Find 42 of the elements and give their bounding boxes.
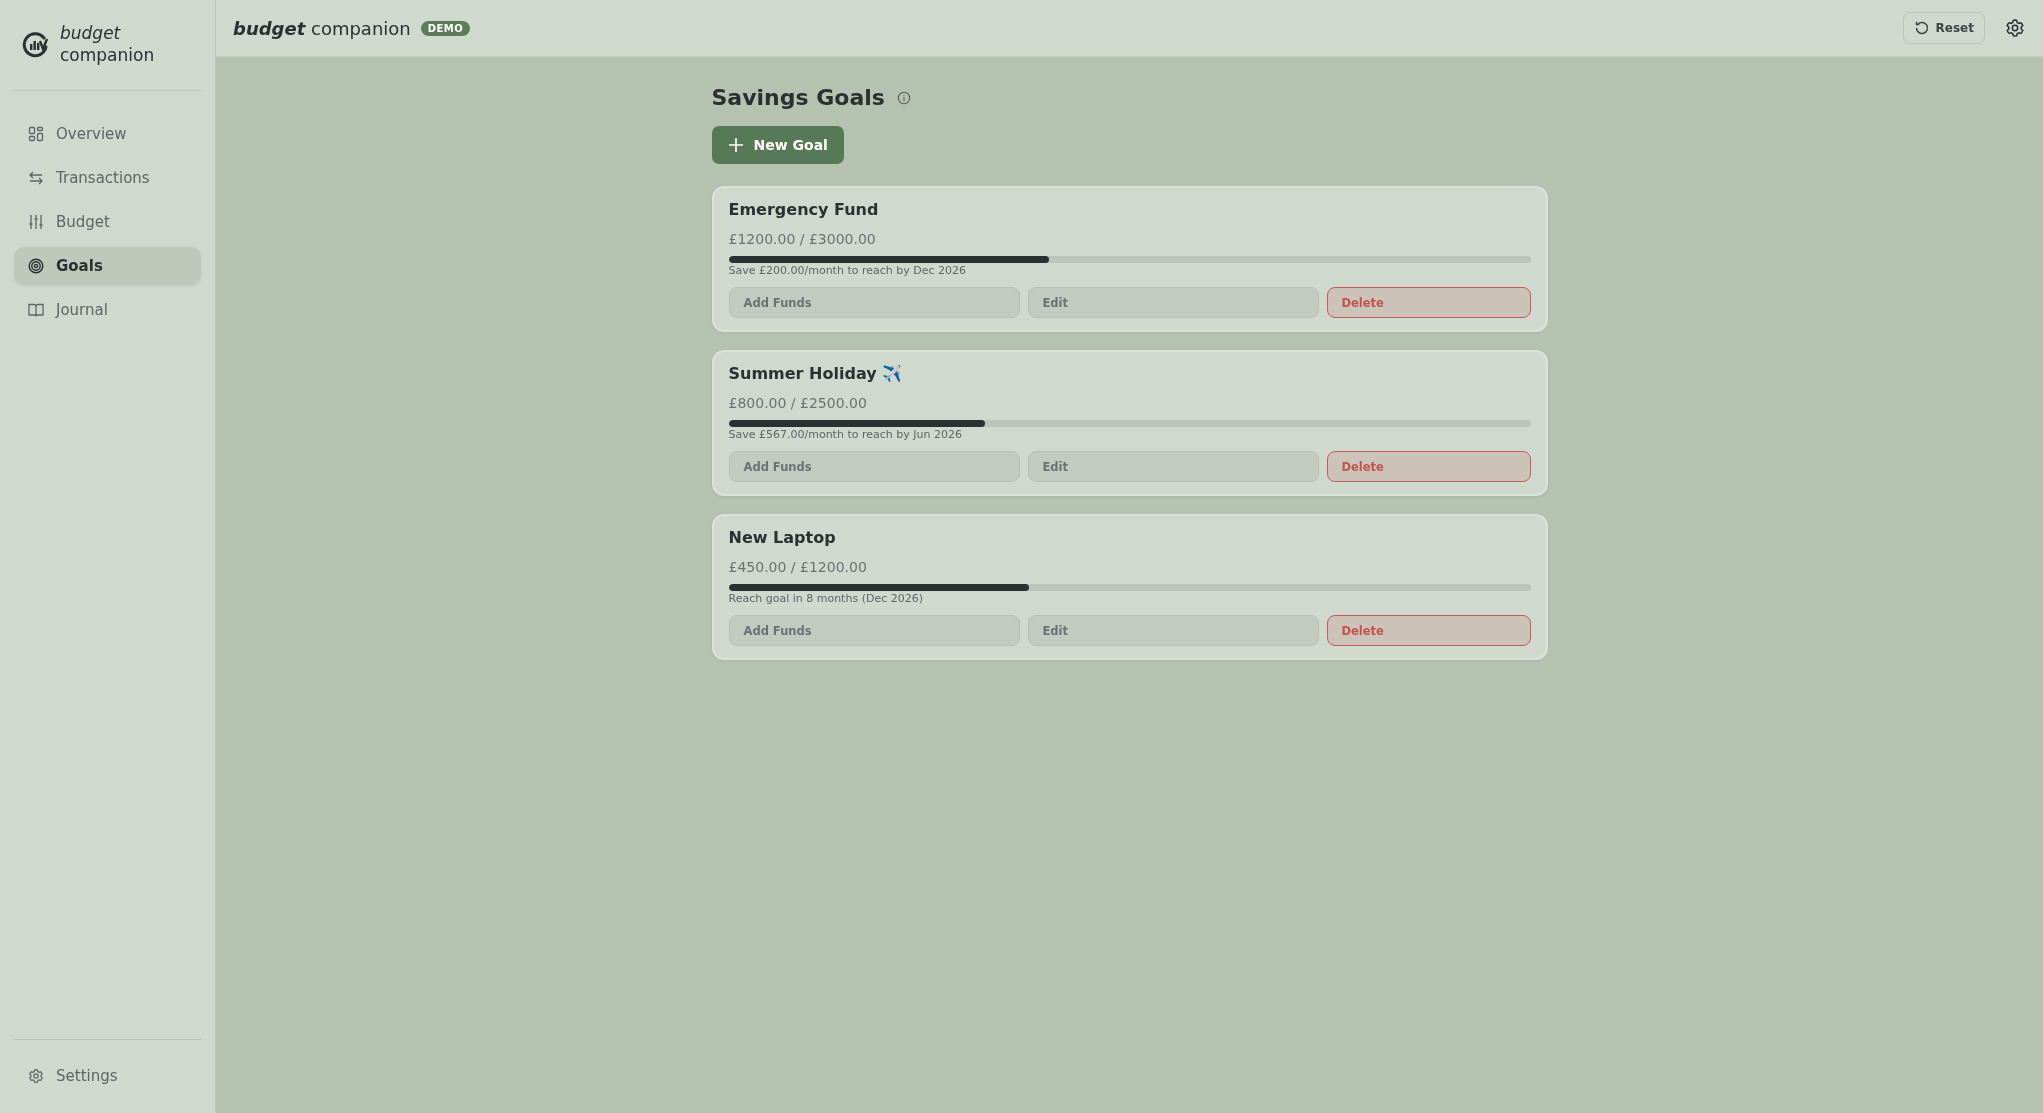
logo-text: companion [60, 44, 155, 66]
settings-icon [28, 1068, 44, 1084]
goal-name: Summer Holiday ✈ [728, 364, 903, 383]
demo-badge: DEMO [420, 20, 471, 36]
settings-icon[interactable] [2005, 18, 2025, 38]
goal-note: Reach goal in 8 months (Dec 2026) [728, 592, 924, 605]
add-funds-button[interactable]: Add Funds [728, 451, 1020, 482]
goal-amount: £450.00 / £1200.00 [728, 559, 868, 575]
goal-name: New Laptop [728, 528, 836, 547]
reset-icon [1913, 20, 1930, 36]
info-icon[interactable] [896, 90, 911, 105]
swap-arrows-icon [28, 170, 44, 186]
logo-text: budget [60, 22, 122, 44]
edit-button[interactable]: Edit [1027, 615, 1319, 646]
grid-icon [28, 126, 44, 142]
goal-name: Emergency Fund [728, 200, 879, 219]
add-funds-button[interactable]: Add Funds [728, 615, 1020, 646]
book-icon [28, 302, 44, 318]
plus-icon [727, 137, 744, 153]
sidebar-item[interactable]: Overview [14, 115, 201, 153]
sidebar-item[interactable]: Transactions [14, 159, 201, 197]
sidebar-item[interactable]: Budget [14, 203, 201, 241]
sidebar-item[interactable]: Journal [14, 291, 201, 329]
reset-button[interactable]: Reset [1902, 12, 1985, 44]
add-funds-button[interactable]: Add Funds [728, 287, 1020, 318]
goal-amount: £1200.00 / £3000.00 [728, 231, 877, 247]
logo-icon [22, 30, 50, 58]
edit-button[interactable]: Edit [1027, 287, 1319, 318]
goal-note: Save £567.00/month to reach by Jun 2026 [728, 428, 963, 441]
settings-item[interactable]: Settings [14, 1057, 201, 1095]
new-goal-button[interactable]: New Goal [711, 126, 844, 164]
app-title: budget companion [233, 17, 411, 39]
edit-button[interactable]: Edit [1027, 451, 1319, 482]
page-title: Savings Goals [711, 85, 885, 110]
delete-button[interactable]: Delete [1326, 287, 1531, 318]
goal-amount: £800.00 / £2500.00 [728, 395, 868, 411]
sidebar-item[interactable]: Goals [14, 247, 201, 285]
goal-note: Save £200.00/month to reach by Dec 2026 [728, 264, 967, 277]
delete-button[interactable]: Delete [1326, 451, 1531, 482]
delete-button[interactable]: Delete [1326, 615, 1531, 646]
sliders-icon [28, 214, 44, 230]
target-icon [28, 258, 44, 274]
